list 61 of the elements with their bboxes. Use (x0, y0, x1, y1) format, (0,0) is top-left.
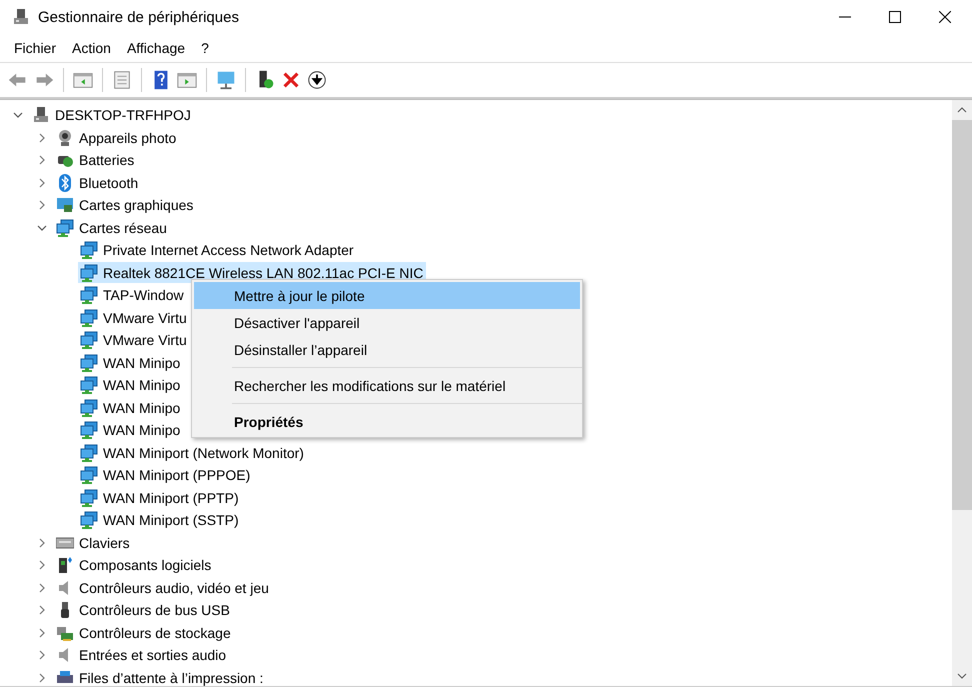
tree-item[interactable]: WAN Minipo (78, 352, 184, 374)
computer-icon (32, 106, 50, 124)
network-icon (80, 466, 98, 484)
menu-item[interactable]: Action (64, 38, 119, 58)
network-icon (80, 376, 98, 394)
tree-item[interactable]: Composants logiciels (54, 554, 214, 576)
tree-item[interactable]: WAN Minipo (78, 397, 184, 418)
network-icon (80, 331, 98, 350)
menu-item[interactable]: Fichier (6, 38, 64, 58)
network-icon (80, 286, 98, 304)
bluetooth-icon (56, 174, 74, 192)
window-title: Gestionnaire de périphériques (38, 8, 240, 26)
tree-item[interactable]: WAN Miniport (PPTP) (78, 487, 242, 508)
menu-item[interactable]: Désactiver l'appareil (194, 309, 580, 336)
menu-item[interactable]: Propriétés (194, 408, 580, 435)
tree-item[interactable]: WAN Miniport (SSTP) (78, 510, 242, 531)
scroll-down-icon[interactable] (957, 672, 967, 680)
tree-item[interactable]: Files d’attente à l’impression : (54, 667, 266, 687)
tree-item[interactable]: Entrées et sorties audio (54, 644, 230, 666)
network-icon (80, 444, 98, 462)
software-icon (56, 556, 74, 574)
camera-icon (56, 128, 74, 147)
tree-item[interactable]: WAN Minipo (78, 374, 184, 396)
tree-item[interactable]: Cartes graphiques (54, 194, 196, 216)
tree-item[interactable]: Appareils photo (54, 127, 180, 148)
computer-icon (12, 8, 30, 26)
menu-item[interactable]: ? (193, 38, 217, 58)
network-icon (80, 354, 98, 372)
tree-item[interactable]: WAN Minipo (78, 420, 184, 441)
scroll-thumb[interactable] (952, 120, 972, 510)
scroll-up-icon[interactable] (957, 106, 967, 114)
network-icon (56, 218, 74, 237)
scrollbar[interactable] (952, 100, 972, 686)
tree-item[interactable]: Claviers (54, 532, 133, 554)
maximize-icon (889, 11, 901, 23)
display-icon (56, 196, 74, 214)
tree-item[interactable]: Bluetooth (54, 172, 142, 194)
tree-item[interactable]: WAN Miniport (Network Monitor) (78, 442, 307, 464)
tree-item[interactable]: Batteries (54, 150, 138, 171)
menu-item[interactable]: Rechercher les modifications sur le matériel (194, 372, 580, 399)
tree-item[interactable]: Cartes réseau (54, 217, 170, 238)
menu-item[interactable]: Affichage (118, 38, 194, 58)
tree-item[interactable]: Contrôleurs de bus USB (54, 600, 233, 621)
network-icon (80, 308, 98, 327)
tree-item[interactable]: WAN Miniport (PPPOE) (78, 464, 254, 486)
network-icon (80, 241, 98, 260)
tree-item[interactable]: DESKTOP-TRFHPOJ (30, 104, 194, 126)
network-icon (80, 264, 98, 282)
close-icon (939, 11, 951, 23)
menu-item[interactable]: Désinstaller l’appareil (194, 336, 580, 363)
tree-item[interactable]: Contrôleurs audio, vidéo et jeu (54, 577, 272, 598)
network-icon (80, 511, 98, 530)
network-icon (80, 488, 98, 507)
network-icon (80, 421, 98, 440)
tree-item[interactable]: TAP-Window (78, 284, 187, 306)
tree-item[interactable]: VMware Virtu (78, 330, 190, 351)
tree-item[interactable]: Private Internet Access Network Adapter (78, 240, 357, 261)
network-icon (80, 398, 98, 417)
tree-item[interactable]: Contrôleurs de stockage (54, 622, 234, 644)
menu-item[interactable]: Mettre à jour le pilote (194, 282, 580, 309)
tree-item[interactable]: VMware Virtu (78, 307, 190, 328)
